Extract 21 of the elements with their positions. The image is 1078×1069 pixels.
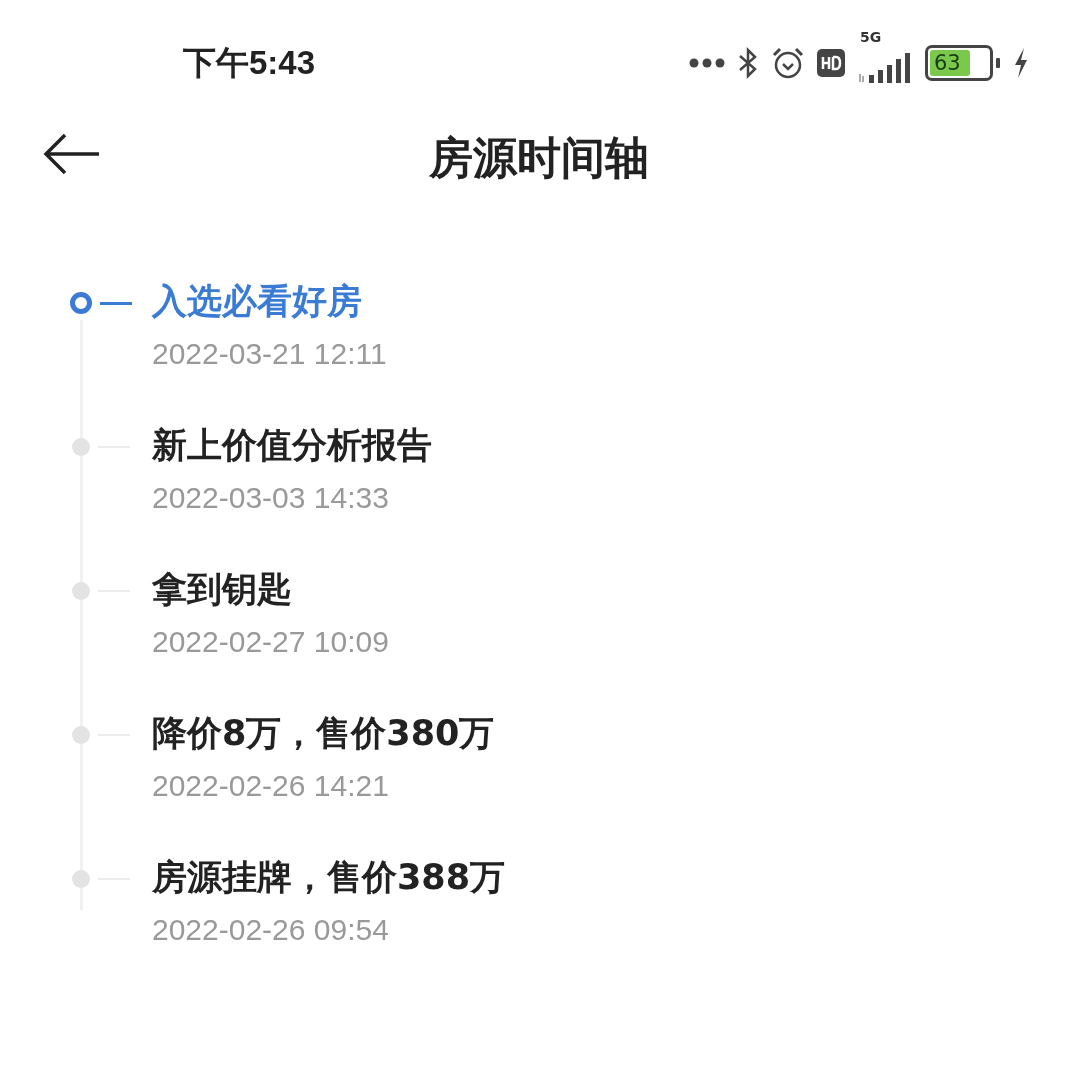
bluetooth-icon	[737, 47, 759, 79]
event-time: 2022-02-27 10:09	[152, 624, 389, 660]
event-time: 2022-03-21 12:11	[152, 336, 387, 372]
event-time: 2022-03-03 14:33	[152, 480, 389, 516]
event-title: 房源挂牌，售价388万	[152, 856, 506, 899]
event-title: 降价8万，售价380万	[152, 712, 495, 755]
network-type: 5G	[860, 29, 882, 45]
event-title: 拿到钥匙	[152, 568, 292, 611]
hd-icon	[817, 49, 845, 77]
event-title: 新上价值分析报告	[152, 424, 432, 467]
status-time: 下午5:43	[183, 42, 316, 83]
page-title: 房源时间轴	[429, 130, 649, 185]
signal-icon	[857, 53, 913, 83]
alarm-clock-icon	[771, 46, 805, 80]
event-time: 2022-02-26 14:21	[152, 768, 389, 804]
charging-bolt-icon	[1012, 48, 1030, 78]
battery-level: 63	[930, 50, 970, 76]
more-dots-icon	[689, 58, 725, 68]
event-title: 入选必看好房	[152, 280, 362, 323]
event-time: 2022-02-26 09:54	[152, 912, 389, 948]
back-arrow-icon[interactable]	[43, 132, 101, 176]
